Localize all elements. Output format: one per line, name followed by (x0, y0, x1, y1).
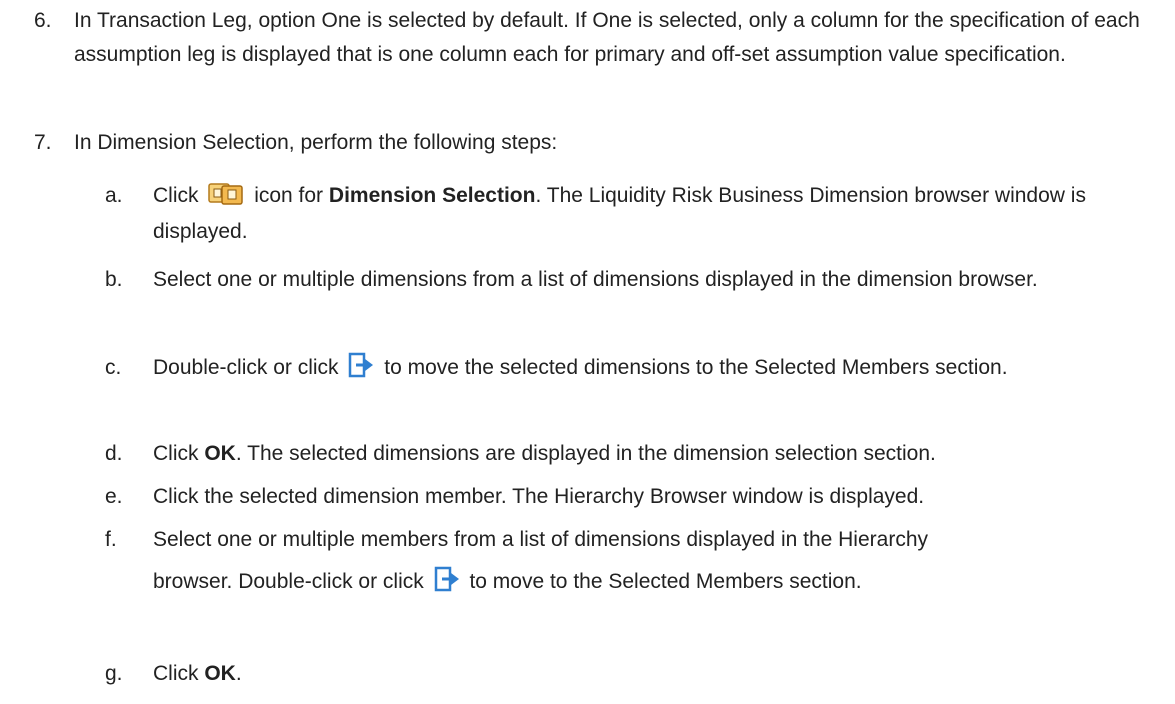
substep-text-post: . (235, 662, 242, 685)
move-right-arrow-icon[interactable] (434, 566, 460, 592)
substep-text: Click OK. (153, 656, 1175, 692)
substep-text-post: . The selected dimensions are displayed … (235, 442, 936, 465)
substep-letter: g. (105, 662, 123, 685)
step-7: 7. In Dimension Selection, perform the f… (34, 126, 1154, 160)
substep-text: Click the selected dimension member. The… (153, 485, 925, 508)
substep-letter: b. (105, 268, 123, 291)
substep-text-pre: Double-click or click (153, 356, 339, 379)
substep-text: Click OK. The selected dimensions are di… (153, 436, 1175, 472)
substep-text: Double-click or click to move the select… (153, 350, 1175, 386)
dimension-selection-icon[interactable] (208, 182, 244, 206)
step-6: 6. In Transaction Leg, option One is sel… (34, 4, 1154, 72)
substep-letter: a. (105, 184, 123, 207)
ok-label: OK (204, 662, 236, 685)
substep-text: Click icon for Dimension Selection. The … (153, 178, 1175, 250)
substep-text-mid: icon for (254, 184, 324, 207)
step-number: 7. (34, 131, 52, 154)
dimension-selection-label: Dimension Selection (328, 184, 536, 207)
step-text: In Dimension Selection, perform the foll… (74, 131, 558, 154)
substep-text: Select one or multiple dimensions from a… (153, 268, 1038, 291)
substep-g: g. Click OK. (105, 656, 1175, 692)
substep-a: a. Click icon for Dimension Selection. T… (105, 178, 1175, 250)
substep-text-line1: Select one or multiple members from a li… (153, 528, 929, 551)
substep-text-pre: Click (153, 442, 199, 465)
substep-letter: d. (105, 442, 123, 465)
substep-text-pre: Click (153, 184, 199, 207)
substep-d: d. Click OK. The selected dimensions are… (105, 436, 1175, 472)
substep-f: f. Select one or multiple members from a… (105, 522, 1175, 600)
substep-text-post: to move the selected dimensions to the S… (384, 356, 1008, 379)
substep-text-post: to move to the Selected Members section. (469, 570, 862, 593)
document-page: 6. In Transaction Leg, option One is sel… (0, 0, 1175, 704)
substep-b: b. Select one or multiple dimensions fro… (105, 262, 1175, 298)
ok-label: OK (204, 442, 236, 465)
substep-letter: e. (105, 485, 123, 508)
substep-text-pre: Click (153, 662, 199, 685)
move-right-arrow-icon[interactable] (348, 352, 374, 378)
substep-letter: f. (105, 528, 117, 551)
substep-e: e. Click the selected dimension member. … (105, 479, 1175, 515)
step-number: 6. (34, 9, 52, 32)
substep-text-pre: browser. Double-click or click (153, 570, 424, 593)
step-text: In Transaction Leg, option One is select… (74, 9, 1140, 66)
substep-c: c. Double-click or click to move the sel… (105, 350, 1175, 386)
substep-letter: c. (105, 356, 122, 379)
substep-text: Select one or multiple members from a li… (153, 522, 1175, 600)
